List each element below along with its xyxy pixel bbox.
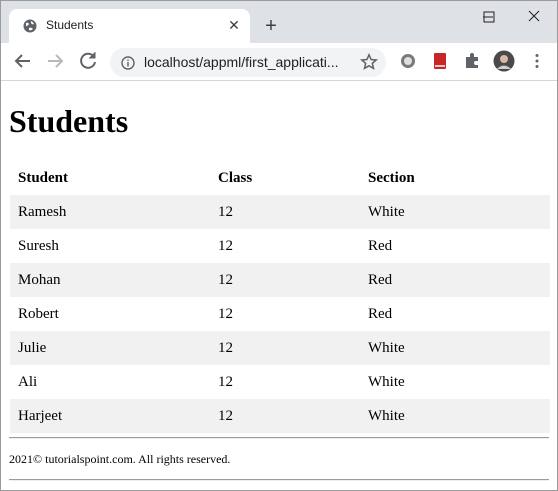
section-cell: White	[360, 195, 550, 229]
browser-toolbar: localhost/appml/first_applicati...	[1, 43, 557, 80]
section-cell: White	[368, 373, 405, 390]
table-row: Robert 12 Red	[10, 297, 550, 331]
student-cell: Ali	[18, 373, 38, 390]
student-cell: Robert	[18, 305, 59, 322]
reload-icon[interactable]	[76, 49, 100, 73]
plus-icon[interactable]: +	[260, 15, 282, 37]
table-header-row: Student Class Section	[10, 161, 550, 195]
class-cell: 12	[218, 305, 233, 322]
globe-icon	[23, 19, 37, 33]
class-cell: 12	[210, 195, 360, 229]
table-row: Julie 12 White	[10, 331, 550, 365]
page-content: Students Student Class Section Ramesh 12…	[1, 81, 557, 490]
section-cell: Red	[368, 305, 393, 322]
table-row: Ali 12 White	[10, 365, 550, 399]
close-icon[interactable]: ✕	[225, 16, 243, 34]
student-cell: Harjeet	[10, 399, 210, 433]
column-header-section: Section	[368, 169, 415, 186]
footer-bottom-rule	[9, 479, 549, 481]
class-cell: 12	[210, 399, 360, 433]
class-cell: 12	[218, 237, 233, 254]
maximize-icon-shape	[483, 11, 495, 23]
forward-icon[interactable]	[43, 49, 67, 73]
page-footer: 2021© tutorialspoint.com. All rights res…	[9, 452, 231, 466]
students-table: Student Class Section Ramesh 12 White Su…	[10, 161, 550, 433]
section-cell: Red	[368, 237, 393, 254]
table-row: Suresh 12 Red	[10, 229, 550, 263]
footer-top-rule	[9, 437, 549, 439]
column-header-student: Student	[18, 169, 69, 186]
avatar[interactable]	[493, 50, 515, 72]
book-icon[interactable]	[431, 52, 449, 70]
class-cell: 12	[218, 373, 233, 390]
info-icon[interactable]	[121, 56, 135, 70]
window-close-icon[interactable]	[511, 5, 557, 29]
table-row: Mohan 12 Red	[10, 263, 550, 297]
section-cell: White	[360, 399, 550, 433]
column-header-class: Class	[218, 169, 253, 186]
address-text[interactable]: localhost/appml/first_applicati...	[144, 54, 339, 70]
student-cell: Julie	[10, 331, 210, 365]
more-icon[interactable]	[528, 52, 546, 70]
section-cell: Red	[360, 263, 550, 297]
class-cell: 12	[210, 331, 360, 365]
tab-title: Students	[46, 18, 94, 32]
student-cell: Ramesh	[10, 195, 210, 229]
back-icon[interactable]	[11, 49, 35, 73]
class-cell: 12	[210, 263, 360, 297]
section-cell: White	[360, 331, 550, 365]
star-icon[interactable]	[360, 53, 378, 71]
page-title: Students	[9, 103, 129, 139]
puzzle-icon[interactable]	[463, 52, 481, 70]
browser-window: Students ✕ + localhost/appml/first_appli…	[0, 0, 558, 491]
table-row: Ramesh 12 White	[10, 195, 550, 229]
extension-dot-icon[interactable]	[399, 52, 417, 70]
tab-students[interactable]: Students ✕	[9, 9, 250, 43]
student-cell: Suresh	[18, 237, 59, 254]
student-cell: Mohan	[10, 263, 210, 297]
tab-bar: Students ✕ +	[1, 1, 557, 43]
address-bar[interactable]: localhost/appml/first_applicati...	[110, 48, 386, 77]
table-row: Harjeet 12 White	[10, 399, 550, 433]
